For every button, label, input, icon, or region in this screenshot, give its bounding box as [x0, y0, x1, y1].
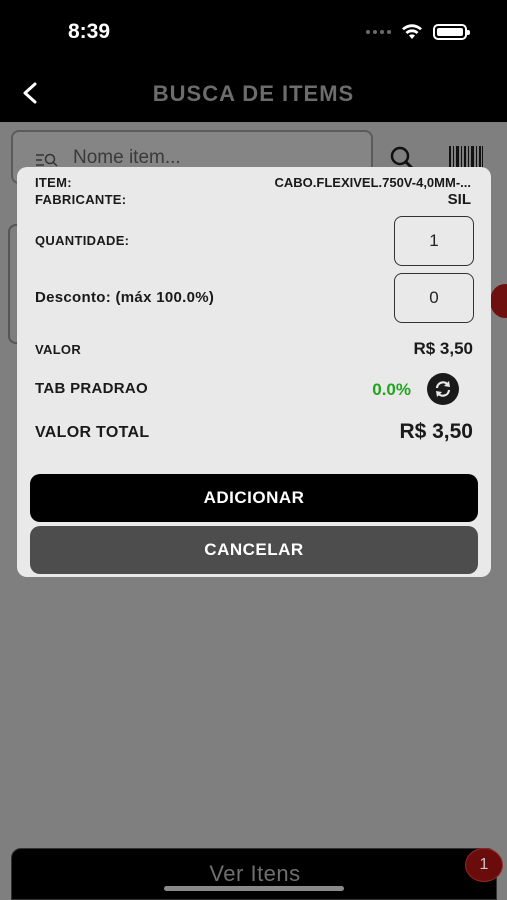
- discount-field[interactable]: 0: [394, 273, 474, 323]
- quantity-label: QUANTIDADE:: [35, 233, 130, 248]
- add-button[interactable]: ADICIONAR: [30, 474, 478, 522]
- item-label: ITEM:: [35, 175, 72, 190]
- cancel-button[interactable]: CANCELAR: [30, 526, 478, 574]
- refresh-glyph: [435, 381, 451, 397]
- total-value: R$ 3,50: [399, 420, 473, 443]
- view-items-button[interactable]: Ver Itens: [11, 848, 497, 900]
- status-icons: [366, 24, 470, 40]
- top-bar: 8:39 BUSCA DE ITEMS: [0, 0, 507, 122]
- status-time: 8:39: [68, 20, 111, 43]
- manufacturer-value: SIL: [447, 191, 471, 208]
- view-items-label: Ver Itens: [209, 861, 301, 886]
- price-value: R$ 3,50: [413, 339, 473, 358]
- home-indicator: [164, 886, 344, 891]
- refresh-icon[interactable]: [427, 373, 459, 405]
- item-value: CABO.FLEXIVEL.750V-4,0MM-...: [274, 175, 472, 190]
- search-field-icon: [36, 153, 58, 167]
- cart-count-badge: 1: [465, 848, 503, 882]
- price-label: VALOR: [35, 342, 82, 357]
- quantity-field[interactable]: 1: [394, 216, 474, 266]
- page-title: BUSCA DE ITEMS: [152, 81, 355, 106]
- battery-icon: [433, 24, 470, 40]
- signal-icon: [366, 30, 391, 34]
- manufacturer-label: FABRICANTE:: [35, 192, 127, 207]
- wifi-icon: [402, 24, 422, 39]
- background-badge: [490, 284, 507, 318]
- total-label: VALOR TOTAL: [35, 424, 150, 441]
- add-item-modal: ITEM: CABO.FLEXIVEL.750V-4,0MM-... FABRI…: [17, 167, 491, 577]
- discount-label: Desconto: (máx 100.0%): [35, 289, 215, 306]
- price-table-label: TAB PRADRAO: [35, 380, 149, 397]
- price-table-percent: 0.0%: [372, 380, 411, 399]
